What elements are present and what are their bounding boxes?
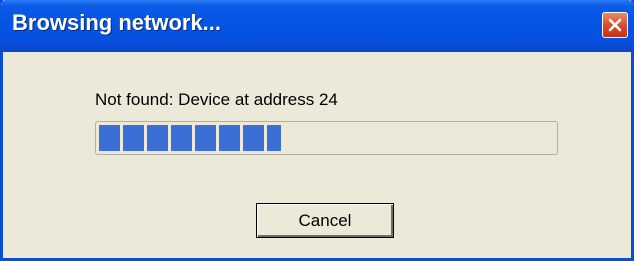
progress-fill: [99, 125, 281, 151]
dialog-body: Not found: Device at address 24 Cancel: [3, 52, 631, 258]
status-message: Not found: Device at address 24: [95, 90, 338, 109]
progress-track: [99, 125, 554, 151]
browsing-network-dialog: Browsing network... Not found: Device at…: [0, 0, 634, 261]
progress-bar: [95, 121, 558, 155]
dialog-title: Browsing network...: [12, 10, 222, 35]
close-button[interactable]: [602, 12, 628, 38]
close-icon: [608, 18, 622, 32]
cancel-button[interactable]: Cancel: [256, 203, 394, 238]
title-bar[interactable]: Browsing network...: [0, 0, 634, 52]
